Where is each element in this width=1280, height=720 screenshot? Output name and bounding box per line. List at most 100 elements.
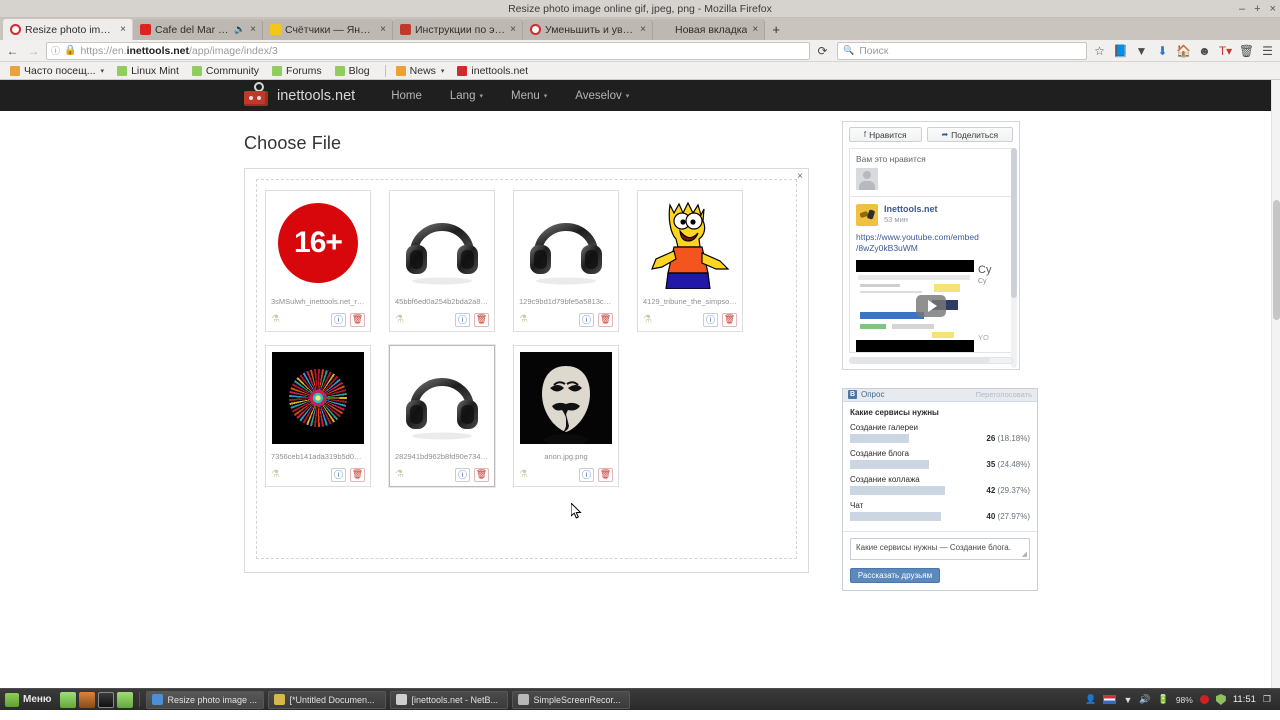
browser-tab[interactable]: Счётчики — Яндекс.Ме... × (263, 19, 393, 40)
tab-close-icon[interactable]: × (751, 24, 759, 35)
browser-tab[interactable]: Resize photo image onlin...× (3, 19, 133, 40)
battery-icon[interactable]: 🔋 (1158, 694, 1169, 705)
thumbnail-image[interactable] (518, 195, 614, 291)
new-tab-button[interactable]: + (765, 19, 787, 40)
drag-handle-icon[interactable]: ⚗ (271, 314, 280, 325)
minimize-button[interactable]: – (1239, 3, 1245, 15)
site-nav-home[interactable]: Home (377, 90, 436, 102)
poll-share-textarea[interactable]: Какие сервисы нужны — Создание блога. ◢ (850, 537, 1030, 560)
facebook-share-button[interactable]: ➦ Поделиться (926, 127, 1014, 142)
thumbnail-image[interactable]: 16+ (270, 195, 366, 291)
record-icon[interactable] (1199, 695, 1209, 704)
resize-grip-icon[interactable]: ◢ (1022, 550, 1027, 558)
thumbnail-image[interactable] (394, 350, 490, 446)
info-button[interactable]: ⓘ (331, 312, 346, 327)
browser-tab[interactable]: Инструкции по эксплуа... × (393, 19, 523, 40)
facebook-hscrollbar[interactable] (849, 356, 1013, 364)
drag-handle-icon[interactable]: ⚗ (395, 314, 404, 325)
facebook-page-name[interactable]: Inettools.net (884, 204, 938, 214)
wifi-icon[interactable]: ▼ (1123, 695, 1132, 705)
taskbar-window-button[interactable]: Resize photo image ... (146, 690, 265, 709)
bookmark-item[interactable]: Часто посещ... ▾ (6, 63, 113, 79)
delete-button[interactable]: 🗑 (598, 312, 613, 327)
delete-button[interactable]: 🗑 (350, 312, 365, 327)
clock[interactable]: 11:51 (1233, 694, 1256, 705)
info-button[interactable]: ⓘ (455, 312, 470, 327)
terminal-icon[interactable] (98, 691, 115, 708)
back-icon[interactable]: ← (4, 42, 21, 59)
thumbnail-card[interactable]: 45bbf6ed0a254b2bda2a82d3d... ⚗ ⓘ 🗑 (389, 190, 495, 332)
folder-icon[interactable] (117, 691, 134, 708)
facebook-scrollbar[interactable] (1011, 148, 1017, 368)
drag-handle-icon[interactable]: ⚗ (643, 314, 652, 325)
thumbnail-card[interactable]: anon.jpg.png ⚗ ⓘ 🗑 (513, 345, 619, 487)
taskbar-window-button[interactable]: [inettools.net - NetB... (390, 690, 509, 709)
panel-close-icon[interactable]: × (797, 171, 803, 182)
page-scrollbar[interactable] (1271, 80, 1280, 688)
browser-tab[interactable]: Cafe del Mar Volume... 🔊 × (133, 19, 263, 40)
play-icon[interactable] (916, 294, 946, 317)
facebook-like-button[interactable]: f Нравится (849, 127, 922, 142)
star-icon[interactable]: ☆ (1091, 42, 1108, 59)
info-button[interactable]: ⓘ (331, 467, 346, 482)
thumbnail-card[interactable]: 4129_tribune_the_simpsons.gif ⚗ ⓘ 🗑 (637, 190, 743, 332)
tab-close-icon[interactable]: × (509, 24, 517, 35)
thumbnail-image[interactable] (642, 195, 738, 291)
reload-icon[interactable]: ⟳ (814, 42, 831, 59)
thumbnail-image[interactable] (518, 350, 614, 446)
maximize-button[interactable]: + (1254, 3, 1260, 15)
bookmark-item[interactable]: Linux Mint (113, 63, 188, 79)
thumbnail-card[interactable]: 129c9bd1d79bfe5a5813c316b... ⚗ ⓘ 🗑 (513, 190, 619, 332)
url-bar[interactable]: ⓘ 🔒 https://en.inettools.net/app/image/i… (46, 41, 810, 60)
workspace-switcher-icon[interactable]: ❐ (1263, 694, 1271, 705)
site-nav-lang[interactable]: Lang ▾ (436, 90, 497, 102)
drag-handle-icon[interactable]: ⚗ (395, 469, 404, 480)
poll-share-button[interactable]: Рассказать друзьям (850, 567, 940, 583)
delete-button[interactable]: 🗑 (350, 467, 365, 482)
forward-icon[interactable]: → (25, 42, 42, 59)
tab-close-icon[interactable]: × (639, 24, 647, 35)
thumbnail-card[interactable]: 282941bd962b8fd90e734c784... ⚗ ⓘ 🗑 (389, 345, 495, 487)
site-brand[interactable]: inettools.net (244, 81, 355, 106)
bookmark-item[interactable]: News ▾ (392, 63, 454, 79)
pocket-icon[interactable]: ▼ (1133, 42, 1150, 59)
taskbar-window-button[interactable]: SimpleScreenRecor... (512, 690, 631, 709)
files-icon[interactable] (60, 691, 77, 708)
sync-icon[interactable]: ☻ (1196, 42, 1213, 59)
home-icon[interactable]: 🏠 (1175, 42, 1192, 59)
volume-icon[interactable]: 🔊 (1139, 694, 1150, 705)
library-icon[interactable]: 📘 (1112, 42, 1129, 59)
facebook-post-link[interactable]: https://www.youtube.com/embed /8wZy0kB3u… (856, 232, 1006, 255)
bookmark-item[interactable]: Blog (331, 63, 379, 79)
info-button[interactable]: ⓘ (579, 467, 594, 482)
delete-button[interactable]: 🗑 (474, 467, 489, 482)
browser-tab[interactable]: Новая вкладка × (653, 19, 766, 40)
thumbnail-card[interactable]: 16+ 3sMSulwh_inettools.net_resiz... ⚗ ⓘ 🗑 (265, 190, 371, 332)
drag-handle-icon[interactable]: ⚗ (519, 469, 528, 480)
thumbnail-image[interactable] (394, 195, 490, 291)
site-nav-menu[interactable]: Menu ▾ (497, 90, 561, 102)
taskbar-window-button[interactable]: [*Untitled Documen... (268, 690, 387, 709)
tab-close-icon[interactable]: × (119, 24, 127, 35)
tab-close-icon[interactable]: × (249, 24, 257, 35)
poll-revote-link[interactable]: Переголосовать (976, 390, 1032, 399)
translate-icon[interactable]: T▾ (1217, 42, 1234, 59)
thumbnail-image[interactable] (270, 350, 366, 446)
info-button[interactable]: ⓘ (455, 467, 470, 482)
shield-icon[interactable] (1215, 694, 1226, 705)
drag-handle-icon[interactable]: ⚗ (519, 314, 528, 325)
delete-button[interactable]: 🗑 (598, 467, 613, 482)
page-info-icon[interactable]: ⓘ (51, 44, 60, 57)
search-bar[interactable]: 🔍 Поиск (837, 41, 1087, 60)
drag-handle-icon[interactable]: ⚗ (271, 469, 280, 480)
bookmark-item[interactable]: inettools.net (453, 63, 537, 79)
thumbnail-card[interactable]: 7356ceb141ada319b5d0b45c... ⚗ ⓘ 🗑 (265, 345, 371, 487)
bookmark-item[interactable]: Community (188, 63, 268, 79)
bookmark-item[interactable]: Forums (268, 63, 331, 79)
info-button[interactable]: ⓘ (579, 312, 594, 327)
delete-button[interactable]: 🗑 (474, 312, 489, 327)
user-icon[interactable]: 👤 (1085, 694, 1096, 705)
close-button[interactable]: × (1270, 3, 1276, 15)
site-nav-aveselov[interactable]: Aveselov ▾ (561, 90, 643, 102)
us-flag-icon[interactable] (1103, 695, 1117, 704)
